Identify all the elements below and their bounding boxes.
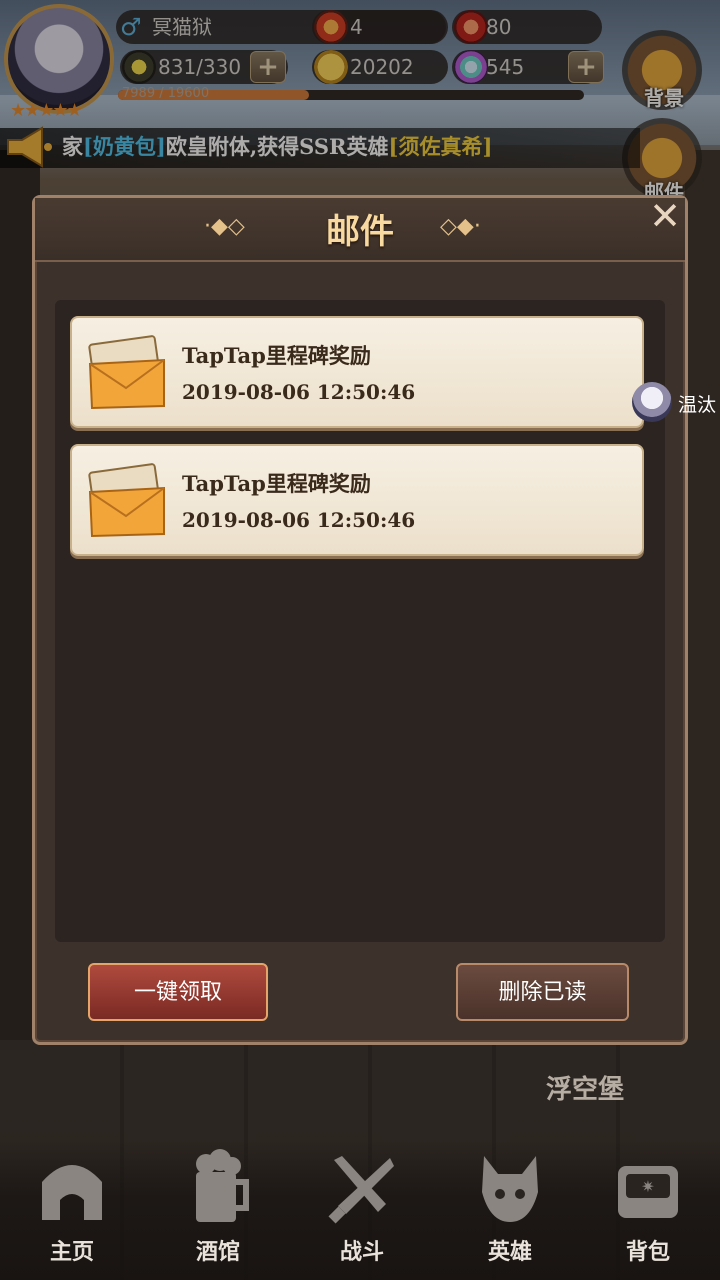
envelope-icon bbox=[88, 335, 165, 410]
mail-item[interactable]: TapTap里程碑奖励 2019-08-06 12:50:46 bbox=[70, 444, 644, 556]
hero-icon bbox=[482, 1156, 538, 1222]
mail-date: 2019-08-06 12:50:46 bbox=[182, 380, 416, 404]
swords-icon bbox=[328, 1156, 394, 1224]
mail-title: TapTap里程碑奖励 bbox=[182, 471, 371, 496]
delete-read-button[interactable]: 删除已读 bbox=[456, 963, 629, 1021]
nav-bag[interactable]: ✷ 背包 bbox=[588, 1148, 708, 1278]
nav-home-label: 主页 bbox=[49, 1239, 94, 1265]
nav-hero[interactable]: 英雄 bbox=[450, 1148, 570, 1278]
friend-avatar[interactable] bbox=[632, 382, 672, 422]
beer-icon bbox=[196, 1149, 249, 1222]
nav-battle-label: 战斗 bbox=[339, 1239, 384, 1265]
nav-tavern[interactable]: 酒馆 bbox=[158, 1148, 278, 1278]
nav-bag-label: 背包 bbox=[625, 1239, 670, 1265]
mail-dialog-title: 邮件 bbox=[326, 212, 394, 252]
mail-item[interactable]: TapTap里程碑奖励 2019-08-06 12:50:46 bbox=[70, 316, 644, 428]
close-icon[interactable]: ✕ bbox=[640, 194, 690, 238]
nav-battle[interactable]: 战斗 bbox=[302, 1148, 422, 1278]
nav-home[interactable]: 主页 bbox=[12, 1148, 132, 1278]
floating-castle-label[interactable]: 浮空堡 bbox=[505, 1040, 665, 1140]
mail-date: 2019-08-06 12:50:46 bbox=[182, 508, 416, 532]
mail-title: TapTap里程碑奖励 bbox=[182, 343, 371, 368]
svg-text:✷: ✷ bbox=[641, 1177, 654, 1196]
bag-icon: ✷ bbox=[618, 1166, 678, 1218]
nav-tavern-label: 酒馆 bbox=[195, 1239, 240, 1265]
home-icon bbox=[42, 1165, 102, 1220]
friend-name: 温汰 bbox=[678, 394, 717, 416]
envelope-icon bbox=[88, 463, 165, 538]
claim-all-button[interactable]: 一键领取 bbox=[88, 963, 268, 1021]
nav-hero-label: 英雄 bbox=[487, 1239, 532, 1265]
